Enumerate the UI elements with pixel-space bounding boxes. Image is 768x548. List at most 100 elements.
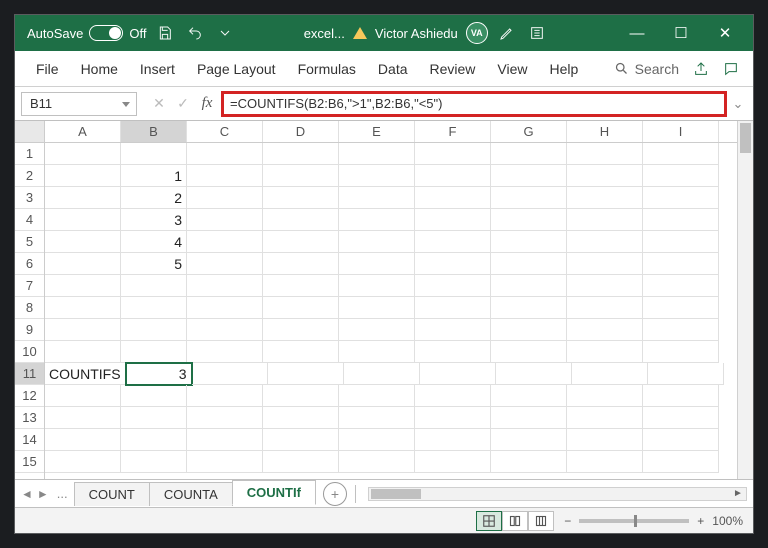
- formula-input[interactable]: =COUNTIFS(B2:B6,">1",B2:B6,"<5"): [221, 91, 727, 117]
- cell-I1[interactable]: [643, 143, 719, 165]
- tab-help[interactable]: Help: [539, 51, 590, 86]
- select-all-corner[interactable]: [15, 121, 45, 142]
- cells-area[interactable]: 1 2 3 4 5 COUNTIFS3: [45, 143, 753, 479]
- col-header-D[interactable]: D: [263, 121, 339, 142]
- row-header-11[interactable]: 11: [15, 363, 44, 385]
- row-header-7[interactable]: 7: [15, 275, 44, 297]
- vertical-scrollbar[interactable]: [737, 143, 753, 479]
- cell-F1[interactable]: [415, 143, 491, 165]
- cell-A11[interactable]: COUNTIFS: [45, 363, 126, 385]
- tab-review[interactable]: Review: [419, 51, 487, 86]
- view-page-break-icon[interactable]: [528, 511, 554, 531]
- col-header-A[interactable]: A: [45, 121, 121, 142]
- row-header-5[interactable]: 5: [15, 231, 44, 253]
- row-header-3[interactable]: 3: [15, 187, 44, 209]
- hidden-sheets-indicator[interactable]: ...: [57, 486, 68, 501]
- cell-C1[interactable]: [187, 143, 263, 165]
- cell-A1[interactable]: [45, 143, 121, 165]
- pen-icon[interactable]: [496, 22, 518, 44]
- undo-icon[interactable]: [184, 22, 206, 44]
- cell-E1[interactable]: [339, 143, 415, 165]
- save-icon[interactable]: [154, 22, 176, 44]
- tab-page-layout[interactable]: Page Layout: [186, 51, 287, 86]
- row-header-4[interactable]: 4: [15, 209, 44, 231]
- cell-D1[interactable]: [263, 143, 339, 165]
- row-header-13[interactable]: 13: [15, 407, 44, 429]
- zoom-percent[interactable]: 100%: [712, 514, 743, 528]
- add-sheet-button[interactable]: +: [323, 482, 347, 506]
- horizontal-scrollbar[interactable]: ◄ ►: [368, 487, 747, 501]
- sheet-nav-arrows[interactable]: ◄►: [21, 487, 49, 501]
- col-header-F[interactable]: F: [415, 121, 491, 142]
- comments-icon[interactable]: [719, 57, 743, 81]
- search-box[interactable]: Search: [614, 61, 679, 77]
- col-header-C[interactable]: C: [187, 121, 263, 142]
- formula-enter-icon[interactable]: ✓: [171, 92, 195, 116]
- search-icon: [614, 61, 629, 76]
- chevron-left-icon: ◄: [21, 487, 33, 501]
- toggle-switch[interactable]: [89, 25, 123, 41]
- cell-B3[interactable]: 2: [121, 187, 187, 209]
- row-header-1[interactable]: 1: [15, 143, 44, 165]
- warning-icon[interactable]: [353, 27, 367, 39]
- autosave-state: Off: [129, 26, 146, 41]
- sheet-tab-count[interactable]: COUNT: [74, 482, 150, 506]
- minimize-button[interactable]: —: [615, 15, 659, 51]
- cell-A6[interactable]: [45, 253, 121, 275]
- row-header-9[interactable]: 9: [15, 319, 44, 341]
- formula-expand-icon[interactable]: ⌄: [729, 92, 747, 116]
- tab-insert[interactable]: Insert: [129, 51, 186, 86]
- cell-A3[interactable]: [45, 187, 121, 209]
- autosave-toggle[interactable]: AutoSave Off: [27, 25, 146, 41]
- cell-B4[interactable]: 3: [121, 209, 187, 231]
- row-header-10[interactable]: 10: [15, 341, 44, 363]
- scroll-thumb[interactable]: [740, 143, 751, 153]
- col-header-G[interactable]: G: [491, 121, 567, 142]
- share-icon[interactable]: [689, 57, 713, 81]
- name-box[interactable]: B11: [21, 92, 137, 116]
- row-header-2[interactable]: 2: [15, 165, 44, 187]
- cell-B2[interactable]: 1: [121, 165, 187, 187]
- row-header-6[interactable]: 6: [15, 253, 44, 275]
- row-header-8[interactable]: 8: [15, 297, 44, 319]
- cell-A4[interactable]: [45, 209, 121, 231]
- zoom-control[interactable]: − + 100%: [564, 514, 743, 528]
- scroll-right-icon[interactable]: ►: [730, 488, 746, 500]
- cell-B11[interactable]: 3: [126, 363, 192, 385]
- view-normal-icon[interactable]: [476, 511, 502, 531]
- tab-data[interactable]: Data: [367, 51, 419, 86]
- view-page-layout-icon[interactable]: [502, 511, 528, 531]
- tab-home[interactable]: Home: [70, 51, 129, 86]
- row-header-15[interactable]: 15: [15, 451, 44, 473]
- tab-file[interactable]: File: [25, 51, 70, 86]
- cell-G1[interactable]: [491, 143, 567, 165]
- cell-A5[interactable]: [45, 231, 121, 253]
- zoom-slider[interactable]: [579, 519, 689, 523]
- col-header-H[interactable]: H: [567, 121, 643, 142]
- row-header-12[interactable]: 12: [15, 385, 44, 407]
- col-header-E[interactable]: E: [339, 121, 415, 142]
- cell-B1[interactable]: [121, 143, 187, 165]
- col-header-I[interactable]: I: [643, 121, 719, 142]
- ribbon-tabs: File Home Insert Page Layout Formulas Da…: [15, 51, 753, 87]
- cell-B5[interactable]: 4: [121, 231, 187, 253]
- formula-cancel-icon[interactable]: ✕: [147, 92, 171, 116]
- zoom-in-icon[interactable]: +: [697, 514, 704, 528]
- maximize-button[interactable]: ☐: [659, 15, 703, 51]
- hscroll-thumb[interactable]: [371, 489, 421, 499]
- zoom-out-icon[interactable]: −: [564, 514, 571, 528]
- tab-view[interactable]: View: [486, 51, 538, 86]
- app-icon[interactable]: [526, 22, 548, 44]
- undo-dropdown-icon[interactable]: [214, 22, 236, 44]
- cell-B6[interactable]: 5: [121, 253, 187, 275]
- col-header-B[interactable]: B: [121, 121, 187, 142]
- sheet-tab-countif[interactable]: COUNTIf: [232, 480, 316, 505]
- close-button[interactable]: ✕: [703, 15, 747, 51]
- tab-formulas[interactable]: Formulas: [287, 51, 367, 86]
- fx-icon[interactable]: fx: [195, 92, 219, 116]
- sheet-tab-counta[interactable]: COUNTA: [149, 482, 233, 506]
- cell-A2[interactable]: [45, 165, 121, 187]
- cell-H1[interactable]: [567, 143, 643, 165]
- avatar[interactable]: VA: [466, 22, 488, 44]
- row-header-14[interactable]: 14: [15, 429, 44, 451]
